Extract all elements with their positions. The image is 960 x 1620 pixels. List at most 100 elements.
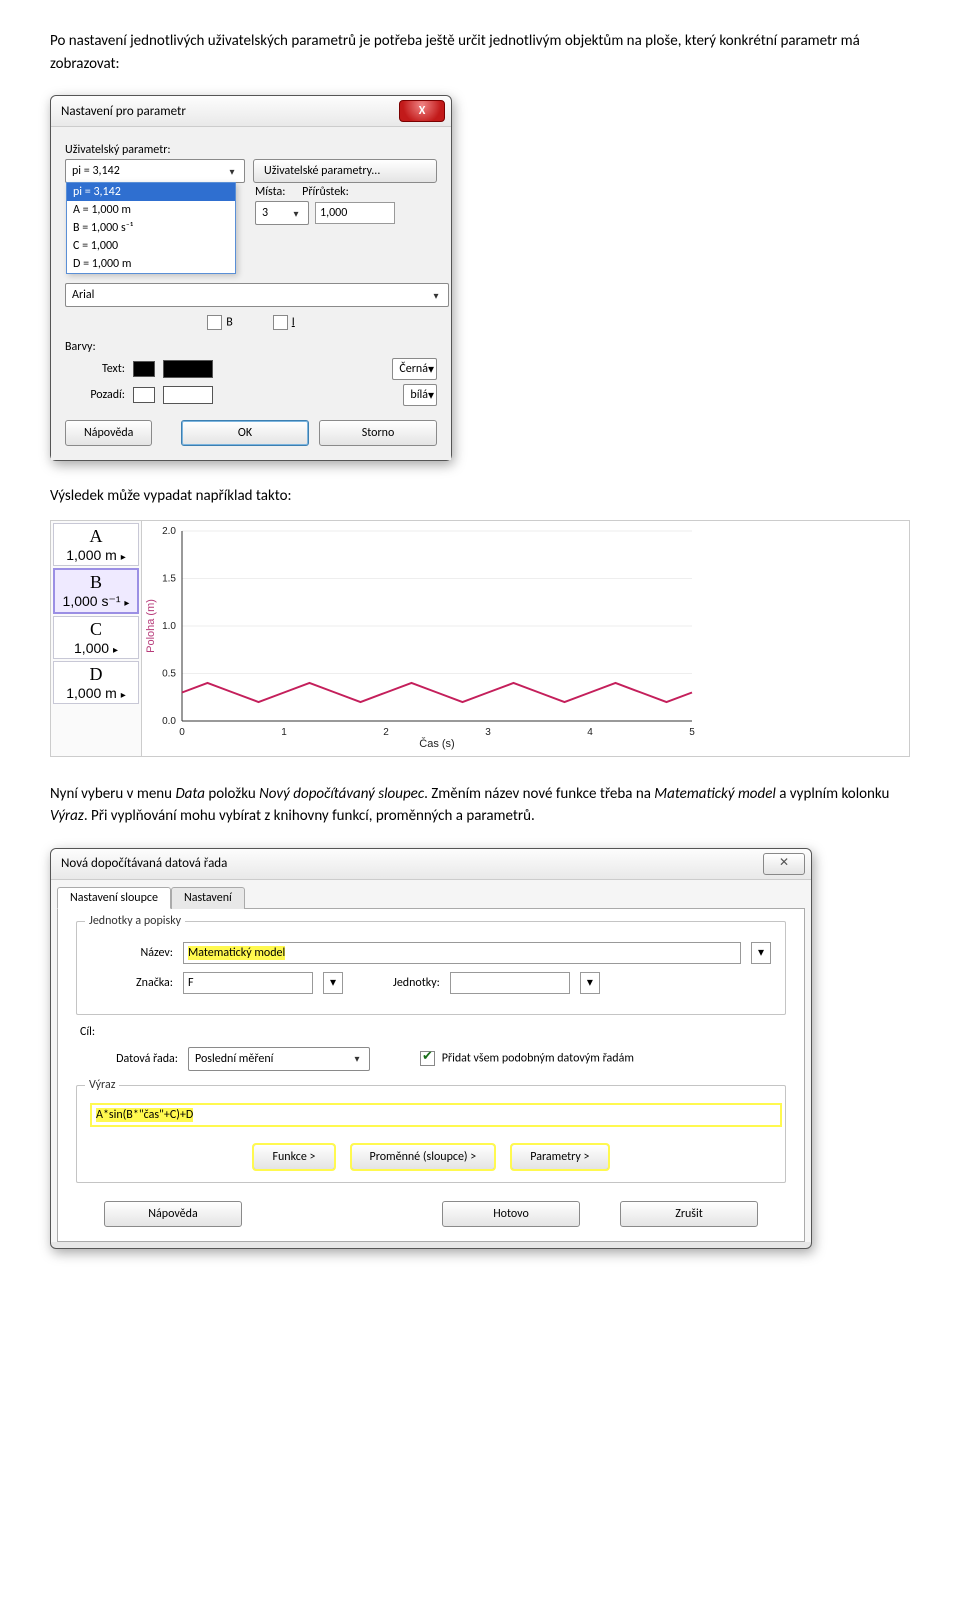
color-name: bílá — [410, 388, 428, 402]
para-3: Nyní vyberu v menu Data položku Nový dop… — [50, 783, 910, 828]
znacka-field[interactable]: F — [183, 972, 313, 994]
pridat-checkbox[interactable]: ✔ Přidat všem podobným datovým řadám — [420, 1051, 634, 1066]
funkce-button[interactable]: Funkce > — [253, 1144, 334, 1170]
mista-label: Místa: — [255, 185, 285, 199]
svg-text:4: 4 — [587, 727, 593, 738]
userparam-combo[interactable]: pi = 3,142 ▾ pi = 3,142 A = 1,000 m B = … — [65, 159, 245, 183]
barvy-label: Barvy: — [65, 340, 437, 354]
param-name: C — [54, 619, 138, 640]
bg-color-label: Pozadí: — [65, 388, 125, 402]
chevron-down-icon[interactable]: ▾ — [751, 942, 771, 964]
param-cell[interactable]: B 1,000 s⁻¹ ▸ — [53, 568, 139, 614]
chevron-down-icon[interactable]: ▾ — [580, 972, 600, 994]
chart-block: A 1,000 m ▸ B 1,000 s⁻¹ ▸ C 1,000 ▸ D 1,… — [50, 520, 910, 757]
help-button[interactable]: Nápověda — [104, 1201, 242, 1227]
italic-label: I — [292, 315, 295, 329]
userparam-label: Uživatelský parametr: — [65, 143, 437, 157]
group-title: Výraz — [85, 1078, 119, 1092]
help-button[interactable]: Nápověda — [65, 420, 152, 446]
bg-swatch-icon[interactable] — [133, 387, 155, 403]
tab-nastaveni-sloupce[interactable]: Nastavení sloupce — [57, 887, 171, 909]
param-name: A — [54, 526, 138, 547]
param-column: A 1,000 m ▸ B 1,000 s⁻¹ ▸ C 1,000 ▸ D 1,… — [51, 521, 142, 756]
bold-label: B — [226, 315, 233, 329]
dd-item[interactable]: C = 1,000 — [67, 237, 235, 255]
datovarada-label: Datová řada: — [96, 1052, 178, 1066]
datovarada-value: Poslední měření — [195, 1052, 273, 1066]
cancel-button[interactable]: Storno — [319, 420, 437, 446]
param-val: 1,000 — [74, 640, 109, 656]
svg-text:1.0: 1.0 — [162, 621, 176, 632]
nazev-value: Matematický model — [188, 946, 285, 960]
nazev-label: Název: — [91, 946, 173, 960]
dd-item[interactable]: A = 1,000 m — [67, 201, 235, 219]
group-title: Jednotky a popisky — [85, 914, 185, 928]
jednotky-field[interactable] — [450, 972, 570, 994]
vyraz-value: A*sin(B*"čas"+C)+D — [96, 1108, 193, 1122]
param-val: 1,000 m — [66, 685, 117, 701]
param-val: 1,000 s⁻¹ — [63, 593, 121, 609]
text-color-combo[interactable]: Černá ▾ — [392, 358, 437, 380]
chevron-down-icon: ▾ — [428, 388, 434, 403]
tab-nastaveni[interactable]: Nastavení — [171, 887, 245, 909]
datovarada-combo[interactable]: Poslední měření ▾ — [188, 1047, 370, 1071]
dd-item[interactable]: D = 1,000 m — [67, 255, 235, 273]
chevron-down-icon: ▾ — [288, 207, 304, 220]
svg-text:2.0: 2.0 — [162, 526, 176, 537]
param-val: 1,000 m — [66, 547, 117, 563]
prirustek-field[interactable]: 1,000 — [315, 202, 395, 224]
nazev-field[interactable]: Matematický model — [183, 942, 741, 964]
tab-panel: Jednotky a popisky Název: Matematický mo… — [57, 908, 805, 1242]
tab-strip: Nastavení sloupce Nastavení — [51, 880, 811, 908]
chart-area: 0.00.51.01.52.0012345Čas (s)Poloha (m) — [142, 521, 909, 756]
font-value: Arial — [72, 288, 94, 302]
italic-checkbox[interactable]: I — [273, 315, 295, 330]
font-combo[interactable]: Arial ▾ — [65, 283, 449, 307]
mista-combo[interactable]: 3 ▾ — [255, 201, 309, 225]
param-cell[interactable]: C 1,000 ▸ — [53, 616, 139, 659]
close-icon[interactable]: ✕ — [763, 853, 805, 875]
zrusit-button[interactable]: Zrušit — [620, 1201, 758, 1227]
param-cell[interactable]: A 1,000 m ▸ — [53, 523, 139, 566]
mista-value: 3 — [262, 206, 268, 220]
svg-text:1: 1 — [281, 727, 287, 738]
svg-text:Poloha (m): Poloha (m) — [145, 599, 157, 653]
bg-color-combo[interactable]: bílá ▾ — [403, 384, 437, 406]
dialog-parametr: Nastavení pro parametr X Uživatelský par… — [50, 95, 452, 461]
text-swatch-icon[interactable] — [133, 361, 155, 377]
svg-text:Čas (s): Čas (s) — [419, 737, 454, 750]
bold-checkbox[interactable]: B — [207, 315, 233, 330]
text-color-label: Text: — [65, 362, 125, 376]
dd-item[interactable]: B = 1,000 s⁻¹ — [67, 219, 235, 237]
chevron-down-icon: ▾ — [349, 1052, 365, 1065]
chevron-down-icon: ▾ — [428, 289, 444, 302]
jednotky-label: Jednotky: — [393, 976, 440, 990]
group-vyraz: Výraz A*sin(B*"čas"+C)+D Funkce > Proměn… — [76, 1085, 786, 1183]
hotovo-button[interactable]: Hotovo — [442, 1201, 580, 1227]
ok-button[interactable]: OK — [181, 420, 309, 446]
cil-label: Cíl: — [80, 1025, 786, 1039]
dialog-titlebar: Nastavení pro parametr X — [51, 96, 451, 127]
param-cell[interactable]: D 1,000 m ▸ — [53, 661, 139, 704]
dd-item[interactable]: pi = 3,142 — [67, 183, 235, 201]
chevron-down-icon: ▾ — [224, 165, 240, 178]
znacka-label: Značka: — [91, 976, 173, 990]
svg-text:3: 3 — [485, 727, 491, 738]
svg-text:5: 5 — [689, 727, 695, 738]
para-2: Výsledek může vypadat například takto: — [50, 485, 910, 508]
svg-text:0.5: 0.5 — [162, 668, 176, 679]
dialog-nova-rada: Nová dopočítávaná datová řada ✕ Nastaven… — [50, 848, 812, 1249]
pridat-label: Přidat všem podobným datovým řadám — [442, 1051, 634, 1065]
prirustek-label: Přírůstek: — [302, 185, 349, 199]
parametry-button[interactable]: Parametry > — [511, 1144, 608, 1170]
userparams-button[interactable]: Uživatelské parametry... — [253, 159, 437, 183]
param-name: B — [55, 572, 137, 593]
svg-text:1.5: 1.5 — [162, 573, 176, 584]
bg-swatch-big-icon — [163, 386, 213, 404]
close-icon[interactable]: X — [399, 100, 445, 122]
chart-svg: 0.00.51.01.52.0012345Čas (s)Poloha (m) — [142, 521, 702, 751]
text-swatch-big-icon — [163, 360, 213, 378]
promenne-button[interactable]: Proměnné (sloupce) > — [351, 1144, 496, 1170]
vyraz-field[interactable]: A*sin(B*"čas"+C)+D — [91, 1104, 781, 1126]
chevron-down-icon[interactable]: ▾ — [323, 972, 343, 994]
